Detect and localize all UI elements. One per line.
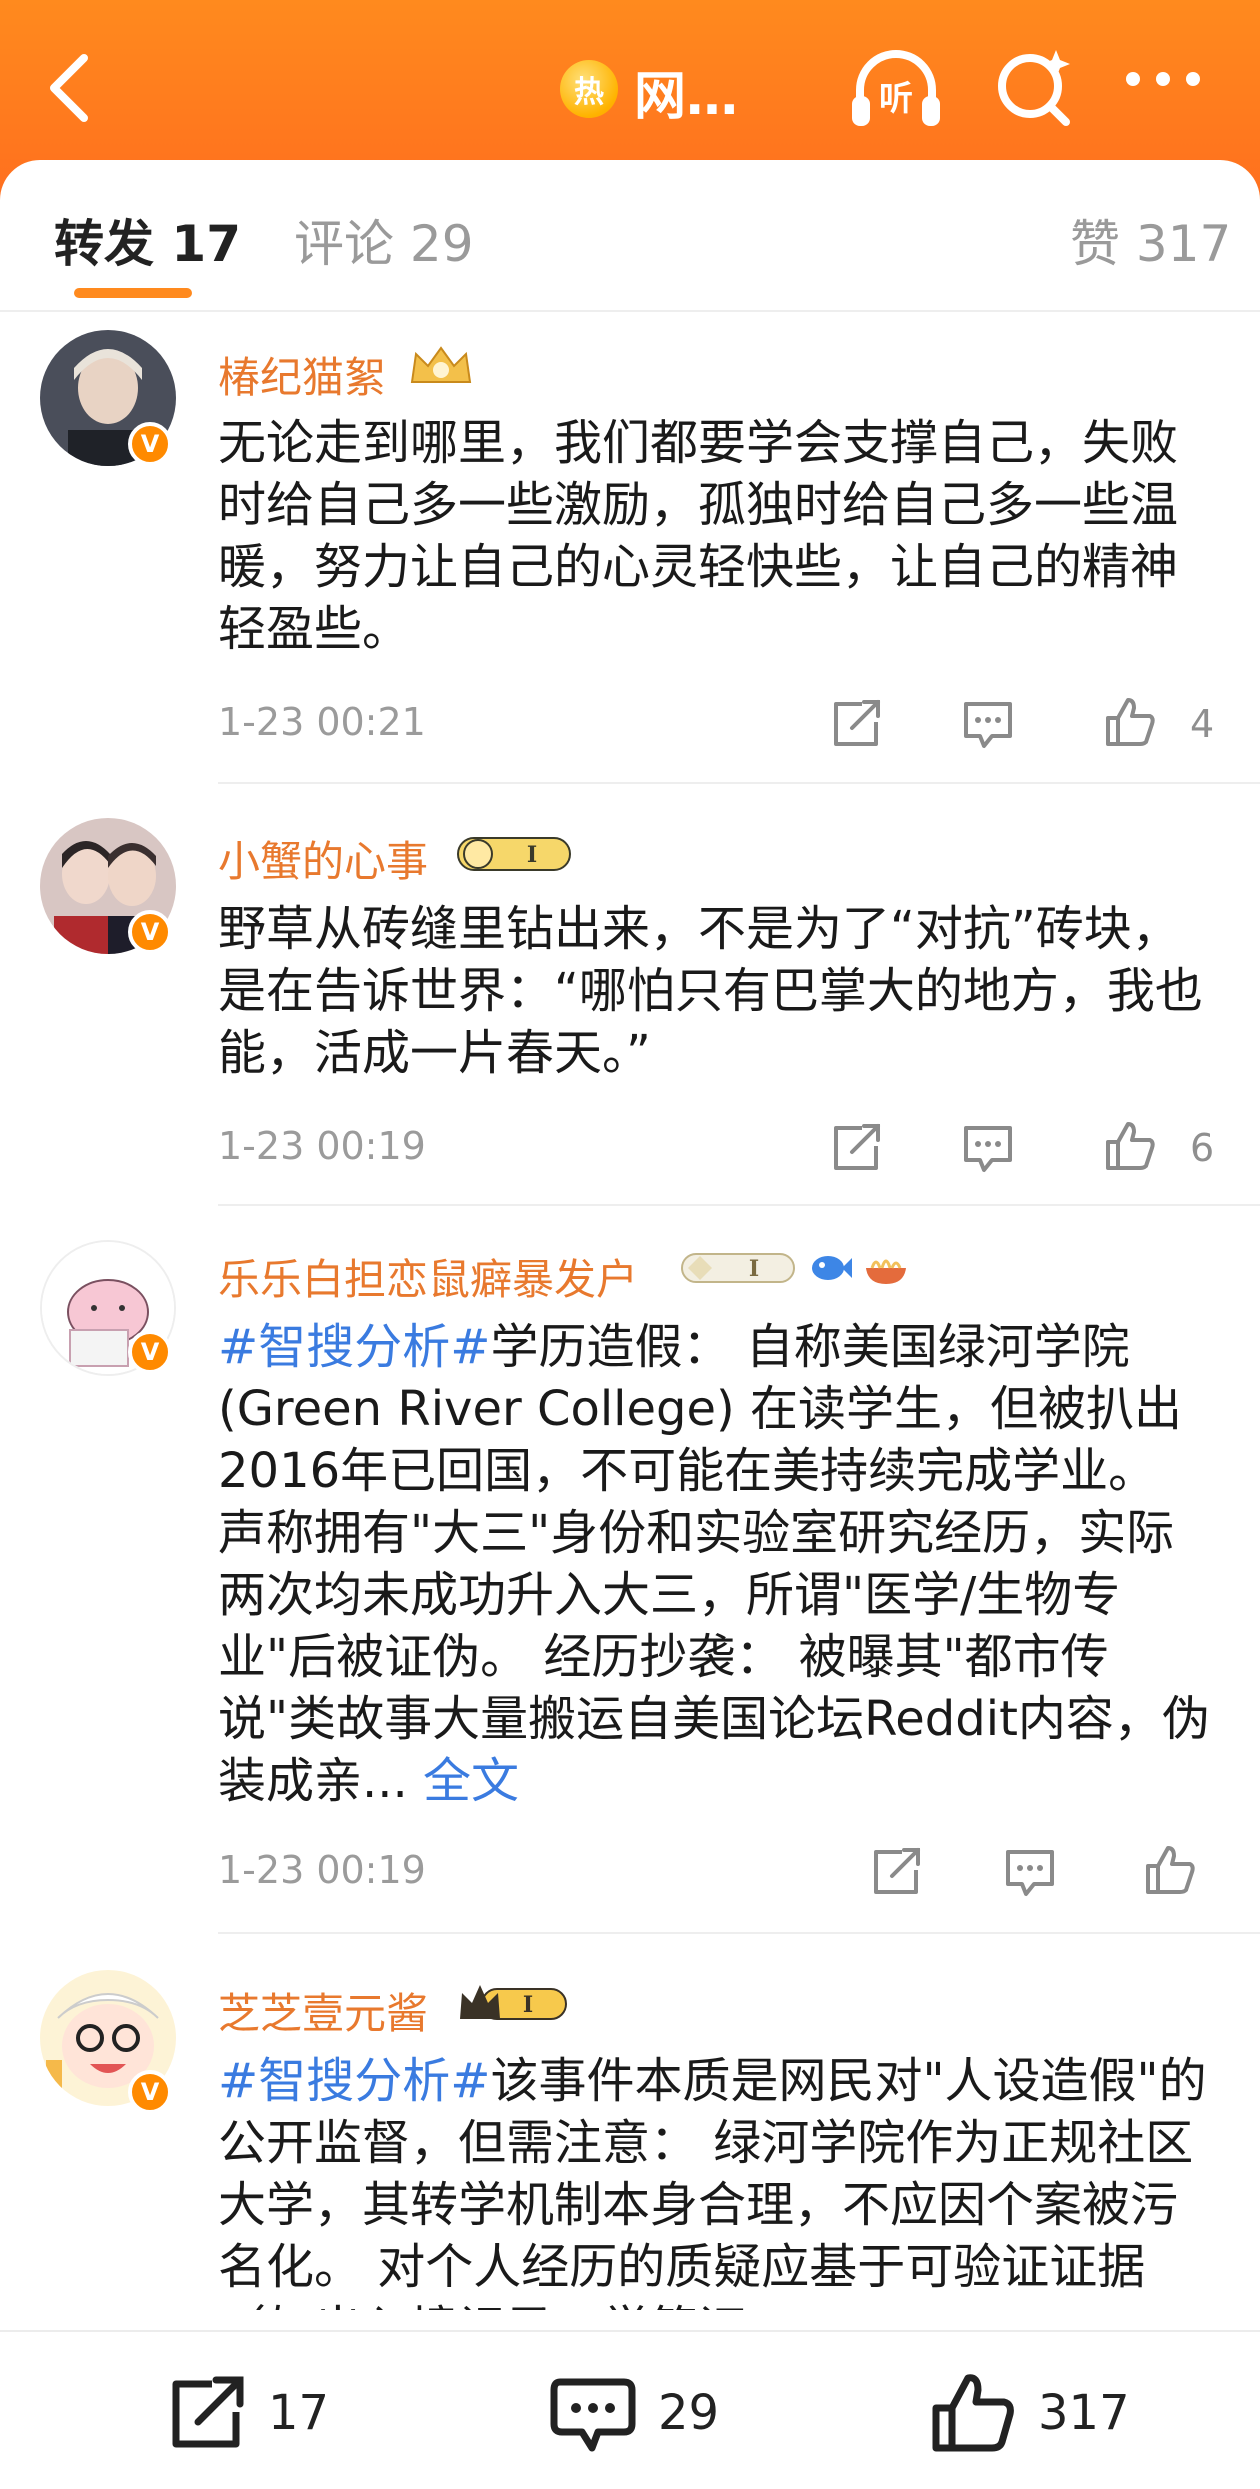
dot-icon: [1186, 72, 1200, 86]
member-level-badge: I: [456, 830, 574, 878]
share-icon[interactable]: [826, 694, 886, 754]
tab-bar: 转发 17 评论 29 赞 317: [0, 160, 1260, 312]
active-tab-indicator: [74, 288, 192, 298]
back-button[interactable]: [40, 48, 100, 128]
username[interactable]: 小蟹的心事: [218, 828, 428, 889]
comment-button[interactable]: 29: [546, 2368, 719, 2458]
level-badge-icon: I: [681, 1253, 795, 1283]
divider: [0, 310, 1260, 312]
member-badge: [406, 342, 476, 390]
level-badge-icon: I: [457, 837, 571, 871]
share-icon[interactable]: [826, 1118, 886, 1178]
chevron-left-icon: [50, 54, 88, 122]
divider: [218, 782, 1260, 784]
noodle-bowl-icon: [866, 1259, 906, 1284]
comment-text: 无论走到哪里，我们都要学会支撑自己，失败时给自己多一些激励，孤独时给自己多一些温…: [218, 415, 1179, 657]
hot-badge: 热: [560, 60, 618, 118]
username[interactable]: 乐乐白担恋鼠癖暴发户: [218, 1246, 638, 1307]
dot-icon: [1156, 72, 1170, 86]
tab-reposts[interactable]: 转发 17: [54, 204, 241, 276]
svg-text:I: I: [527, 842, 537, 868]
bottom-action-bar: 17 29 317: [0, 2330, 1260, 2489]
crown-level-badge-icon: I: [460, 1985, 567, 2020]
comment-text: 野草从砖缝里钻出来，不是为了“对抗”砖块，是在告诉世界：“哪怕只有巴掌大的地方，…: [218, 901, 1203, 1081]
comment-icon[interactable]: [958, 1118, 1018, 1178]
ai-search-button[interactable]: [990, 42, 1080, 132]
like-icon[interactable]: [1100, 1116, 1160, 1176]
hashtag-link[interactable]: #智搜分析#: [218, 2053, 490, 2109]
comment-body: 学历造假： 自称美国绿河学院(Green River College) 在读学生…: [218, 1319, 1210, 1809]
tab-likes[interactable]: 赞 317: [1070, 204, 1231, 276]
svg-text:I: I: [749, 1256, 759, 1282]
member-level-badge: I: [456, 1978, 574, 2026]
member-badges: I: [680, 1244, 910, 1292]
more-options-button[interactable]: [1126, 72, 1216, 96]
verified-icon: V: [128, 910, 172, 954]
timestamp: 1-23 00:19: [218, 1124, 426, 1168]
like-count: 4: [1190, 702, 1215, 746]
comment-icon: [550, 2378, 636, 2452]
timestamp: 1-23 00:21: [218, 700, 426, 744]
page-title[interactable]: 网…: [634, 54, 738, 129]
like-count: 6: [1190, 1126, 1215, 1170]
username[interactable]: 椿纪猫絮: [218, 344, 386, 405]
comment-text: #智搜分析#该事件本质是网民对"人设造假"的公开监督，但需注意： 绿河学院作为正…: [218, 2050, 1218, 2310]
verified-icon: V: [128, 1330, 172, 1374]
share-icon[interactable]: [866, 1842, 926, 1902]
share-icon: [172, 2376, 244, 2448]
crown-badge-icon: [410, 346, 472, 383]
comment-count: 29: [658, 2385, 720, 2441]
verified-icon: V: [128, 2070, 172, 2114]
headphones-icon: 听: [852, 50, 940, 126]
tab-comments[interactable]: 评论 29: [294, 204, 474, 276]
like-count: 317: [1038, 2385, 1130, 2441]
svg-text:I: I: [523, 1992, 533, 2018]
repost-count: 17: [268, 2385, 330, 2441]
comment-text: #智搜分析#学历造假： 自称美国绿河学院(Green River College…: [218, 1316, 1218, 1812]
search-sparkle-icon: [998, 50, 1070, 126]
listen-button[interactable]: 听: [846, 44, 946, 134]
divider: [218, 1932, 1260, 1934]
hashtag-link[interactable]: #智搜分析#: [218, 1319, 490, 1375]
divider: [218, 1204, 1260, 1206]
verified-icon: V: [128, 422, 172, 466]
like-icon[interactable]: [1140, 1840, 1200, 1900]
like-button[interactable]: 317: [926, 2368, 1130, 2458]
timestamp: 1-23 00:19: [218, 1848, 426, 1892]
dot-icon: [1126, 72, 1140, 86]
svg-text:听: 听: [879, 79, 913, 119]
comment-icon[interactable]: [958, 694, 1018, 754]
comment-icon[interactable]: [1000, 1842, 1060, 1902]
username[interactable]: 芝芝壹元酱: [218, 1980, 428, 2041]
fish-icon: [812, 1256, 852, 1280]
like-icon: [932, 2374, 1014, 2452]
like-icon[interactable]: [1100, 692, 1160, 752]
repost-button[interactable]: 17: [160, 2368, 329, 2458]
expand-full-text-link[interactable]: 全文: [423, 1753, 519, 1809]
